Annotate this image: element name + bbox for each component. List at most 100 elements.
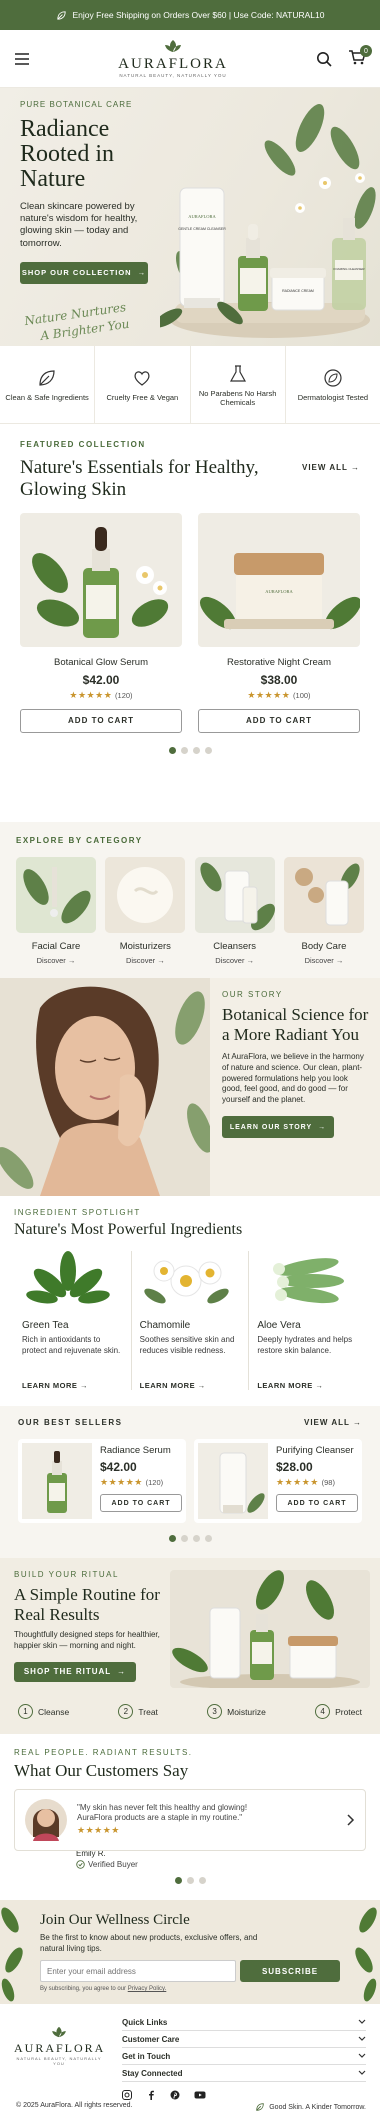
product-name: Purifying Cleanser — [276, 1445, 354, 1456]
product-image: AURAFLORA — [198, 512, 360, 647]
ingredient-desc: Rich in antioxidants to protect and reju… — [22, 1335, 121, 1355]
add-to-cart-button[interactable]: ADD TO CART — [276, 1494, 358, 1512]
footer-link-get-in-touch[interactable]: Get in Touch — [122, 2048, 366, 2065]
learn-more-link[interactable]: LEARN MORE → — [140, 1381, 241, 1390]
category-facial-care[interactable]: Facial Care Discover → — [16, 857, 96, 965]
footer-logo-name: AURAFLORA — [14, 2041, 106, 2055]
product-thumbnail — [198, 1443, 268, 1519]
category-image — [105, 857, 186, 933]
product-price: $42.00 — [82, 672, 120, 687]
product-card[interactable]: AURAFLORA Restorative Night Cream $38.00… — [198, 512, 360, 733]
category-name: Cleansers — [213, 941, 257, 952]
bestseller-card[interactable]: Radiance Serum $42.00 ★★★★★ (120) ADD TO… — [18, 1439, 186, 1523]
chevron-down-icon — [358, 2036, 366, 2041]
logo[interactable]: AURAFLORA NATURAL BEAUTY, NATURALLY YOU — [118, 39, 228, 78]
featured-view-all[interactable]: VIEW ALL → — [302, 463, 360, 472]
product-card[interactable]: Botanical Glow Serum $42.00 ★★★★★ (120) … — [20, 512, 182, 733]
add-to-cart-button[interactable]: ADD TO CART — [20, 708, 182, 733]
ingredient-desc: Soothes sensitive skin and reduces visib… — [139, 1335, 235, 1355]
cart-button[interactable]: 0 — [348, 45, 372, 68]
hero-body: Clean skincare powered by nature's wisdo… — [20, 200, 138, 249]
shop-collection-button[interactable]: SHOP OUR COLLECTION → — [20, 261, 148, 284]
category-discover-link[interactable]: Discover → — [16, 956, 96, 965]
carousel-dot[interactable] — [192, 746, 200, 754]
leaf-icon — [56, 10, 66, 20]
ingredient-card: Aloe Vera Deeply hydrates and helps rest… — [249, 1251, 366, 1390]
carousel-dot[interactable] — [186, 1876, 194, 1884]
carousel-dot[interactable] — [168, 746, 176, 754]
feature-derm-tested: Dermatologist Tested — [286, 346, 380, 423]
product-price: $38.00 — [260, 672, 298, 687]
menu-icon[interactable] — [14, 52, 30, 66]
subscribe-button[interactable]: SUBSCRIBE — [240, 1960, 340, 1983]
footer-logo[interactable]: AURAFLORA NATURAL BEAUTY, NATURALLY YOU — [14, 2026, 104, 2100]
newsletter-section: Join Our Wellness Circle Be the first to… — [0, 1900, 380, 2004]
tube-label: GENTLE CREAM CLEANSER — [178, 227, 226, 231]
story-kicker: OUR STORY — [222, 990, 283, 999]
category-name: Moisturizers — [119, 941, 171, 952]
ingredient-card: Chamomile Soothes sensitive skin and red… — [132, 1251, 250, 1391]
chevron-right-icon[interactable] — [345, 1814, 355, 1826]
footer-link-stay-connected[interactable]: Stay Connected — [122, 2065, 366, 2082]
category-discover-link[interactable]: Discover → — [195, 956, 275, 965]
shop-ritual-button[interactable]: SHOP THE RITUAL → — [14, 1661, 136, 1682]
pinterest-icon[interactable] — [170, 2090, 180, 2100]
carousel-dots — [20, 746, 360, 754]
learn-story-button[interactable]: LEARN OUR STORY → — [222, 1116, 334, 1139]
chamomile-image — [143, 1260, 229, 1304]
carousel-dot[interactable] — [192, 1535, 200, 1542]
carousel-dot[interactable] — [204, 746, 212, 754]
youtube-icon[interactable] — [194, 2090, 206, 2100]
logo-tagline: NATURAL BEAUTY, NATURALLY YOU — [119, 73, 227, 78]
facebook-icon[interactable] — [146, 2090, 156, 2100]
privacy-policy-link[interactable]: Privacy Policy. — [128, 1986, 167, 1992]
feature-cruelty-free: Cruelty Free & Vegan — [95, 346, 191, 423]
search-icon[interactable] — [316, 51, 332, 67]
carousel-dot[interactable] — [168, 1535, 176, 1542]
carousel-dot[interactable] — [180, 1535, 188, 1542]
ritual-step: 2 Treat — [118, 1704, 158, 1719]
ritual-kicker: BUILD YOUR RITUAL — [14, 1570, 119, 1579]
bestsellers-view-all[interactable]: VIEW ALL → — [304, 1418, 362, 1427]
instagram-icon[interactable] — [122, 2090, 132, 2100]
category-moisturizers[interactable]: Moisturizers Discover → — [105, 857, 186, 965]
ingredient-name: Chamomile — [139, 1320, 191, 1332]
category-kicker: EXPLORE BY CATEGORY — [16, 836, 143, 845]
flask-icon — [229, 364, 246, 382]
learn-more-link[interactable]: LEARN MORE → — [257, 1381, 358, 1390]
add-to-cart-button[interactable]: ADD TO CART — [100, 1494, 182, 1512]
email-input[interactable] — [40, 1960, 236, 1983]
ingredient-card: Green Tea Rich in antioxidants to protec… — [14, 1251, 132, 1391]
carousel-dot[interactable] — [174, 1876, 182, 1884]
chevron-down-icon — [358, 2019, 366, 2024]
footer-link-customer-care[interactable]: Customer Care — [122, 2031, 366, 2048]
hero-kicker: PURE BOTANICAL CARE — [20, 100, 133, 109]
hero-product-image: AURAFLORA GENTLE CREAM CLEANSER RADIANCE… — [160, 104, 376, 338]
product-price: $42.00 — [100, 1460, 137, 1474]
category-discover-link[interactable]: Discover → — [284, 956, 364, 965]
ritual-steps: 1 Cleanse 2 Treat 3 Moisturize 4 Protect — [18, 1704, 362, 1719]
category-body-care[interactable]: Body Care Discover → — [283, 857, 364, 965]
product-name: Restorative Night Cream — [226, 656, 331, 668]
feature-no-parabens: No Parabens No Harsh Chemicals — [191, 346, 286, 423]
add-to-cart-button[interactable]: ADD TO CART — [198, 708, 360, 733]
category-discover-link[interactable]: Discover → — [105, 956, 185, 965]
newsletter-body: Be the first to know about new products,… — [40, 1933, 258, 1953]
tube-brand: AURAFLORA — [188, 214, 216, 219]
ingredient-desc: Deeply hydrates and helps restore skin b… — [257, 1335, 353, 1355]
rating-stars: ★★★★★ — [69, 689, 113, 700]
ritual-section: BUILD YOUR RITUAL A Simple Routine for R… — [0, 1558, 380, 1734]
featured-section: FEATURED COLLECTION Nature's Essentials … — [0, 424, 380, 822]
carousel-dot[interactable] — [204, 1535, 212, 1542]
footer-link-quick-links[interactable]: Quick Links — [122, 2014, 366, 2031]
leaf-decoration-left — [1, 1907, 23, 2002]
carousel-dot[interactable] — [180, 746, 188, 754]
check-badge-icon — [76, 1859, 85, 1869]
testimonials-section: REAL PEOPLE. RADIANT RESULTS. What Our C… — [0, 1734, 380, 1900]
category-cleansers[interactable]: Cleansers Discover → — [194, 857, 275, 965]
carousel-dot[interactable] — [198, 1876, 206, 1884]
bestseller-card[interactable]: Purifying Cleanser $28.00 ★★★★★ (98) ADD… — [194, 1439, 362, 1523]
leaf-icon — [39, 370, 55, 386]
learn-more-link[interactable]: LEARN MORE → — [22, 1381, 123, 1390]
testimonial-card: "My skin has never felt this healthy and… — [14, 1788, 366, 1851]
